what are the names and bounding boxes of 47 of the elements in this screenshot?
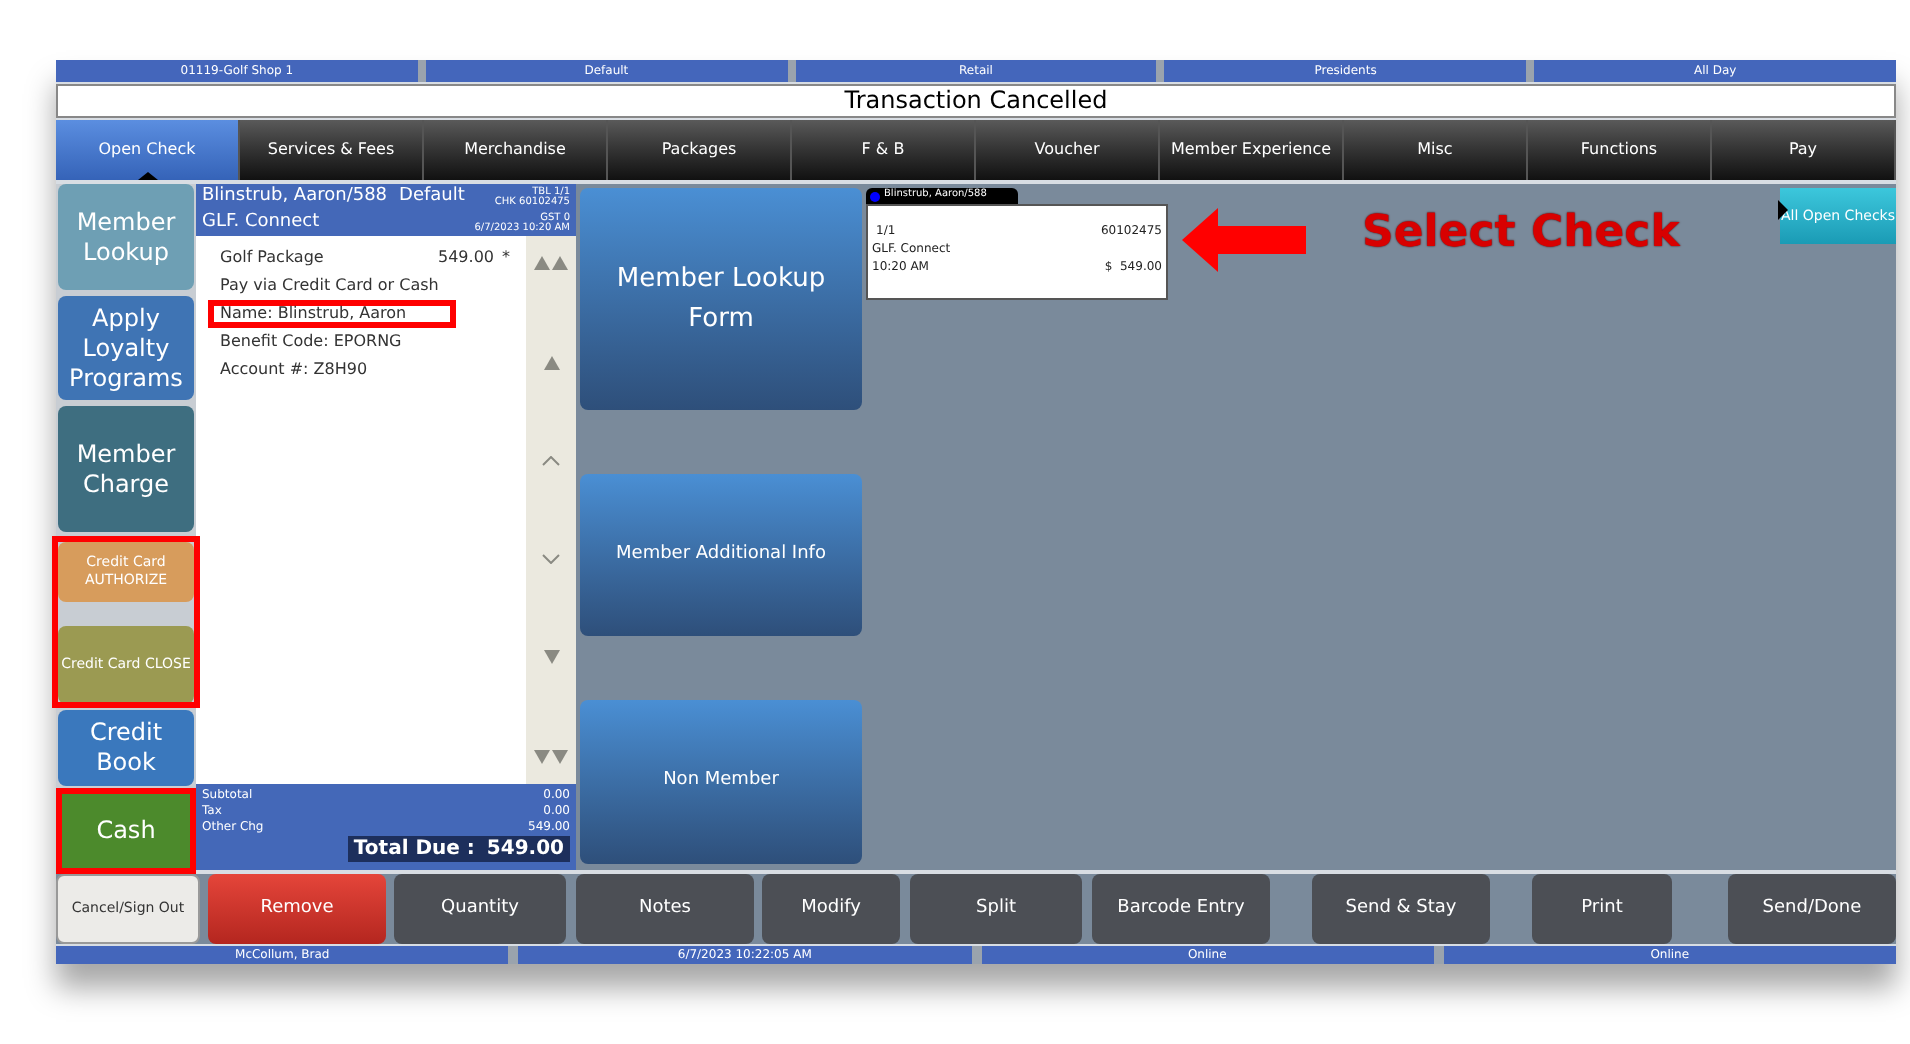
check-line: Benefit Code: EPORNG — [220, 330, 402, 354]
scroll-down-icon[interactable] — [543, 649, 559, 664]
scroll-up-icon[interactable] — [534, 256, 568, 270]
tab[interactable]: Services & Fees — [240, 120, 424, 180]
tab[interactable]: Packages — [608, 120, 792, 180]
action-button[interactable]: Notes — [576, 874, 754, 944]
check-line: Name: Blinstrub, Aaron — [220, 302, 407, 326]
side-button[interactable]: Credit Book — [58, 710, 194, 786]
form-button[interactable]: Member Additional Info — [580, 474, 862, 636]
action-button[interactable]: Print — [1532, 874, 1672, 944]
action-button[interactable]: Split — [910, 874, 1082, 944]
action-button[interactable]: Modify — [762, 874, 900, 944]
total-due-label: Total Due : — [353, 836, 475, 864]
chevron-up-icon[interactable] — [542, 456, 560, 467]
tab[interactable]: Misc — [1344, 120, 1528, 180]
form-button[interactable]: Member Lookup Form — [580, 188, 862, 410]
action-button[interactable]: Barcode Entry — [1092, 874, 1270, 944]
line-note-text: * — [502, 246, 510, 270]
location-name: GLF. Connect — [202, 209, 320, 236]
tab[interactable]: Merchandise — [424, 120, 608, 180]
side-button[interactable]: Apply Loyalty Programs — [58, 296, 194, 400]
guest-name: Blinstrub, Aaron/588 — [202, 183, 388, 210]
side-button[interactable]: Member Charge — [58, 406, 194, 532]
check-line: Golf Package — [220, 246, 324, 270]
scroll-up-icon[interactable] — [543, 356, 559, 371]
highlight-box — [56, 788, 196, 874]
chevron-down-icon[interactable] — [542, 553, 560, 564]
scroll-down-icon[interactable] — [534, 749, 568, 764]
tab[interactable]: F & B — [792, 120, 976, 180]
tab[interactable]: Functions — [1528, 120, 1712, 180]
check-line: Account #: Z8H90 — [220, 358, 368, 382]
tab[interactable]: Voucher — [976, 120, 1160, 180]
action-button[interactable]: Remove — [208, 874, 386, 944]
line-amount: 549.00 — [438, 246, 494, 270]
total-due-amount: 549.00 — [486, 836, 564, 864]
form-button[interactable]: Non Member — [580, 700, 862, 864]
window-title: Transaction Cancelled — [56, 84, 1896, 118]
action-button[interactable]: Send/Done — [1728, 874, 1896, 944]
annotation-text: Select Check — [1362, 206, 1680, 262]
check-line: Pay via Credit Card or Cash — [220, 274, 439, 298]
tab[interactable]: Open Check — [56, 120, 240, 180]
action-button[interactable]: Send & Stay — [1312, 874, 1490, 944]
action-button[interactable]: Quantity — [394, 874, 566, 944]
profile-name: Default — [399, 183, 465, 210]
tab[interactable]: Member Experience — [1160, 120, 1344, 180]
pointer-arrow-icon — [1182, 208, 1306, 272]
tab[interactable]: Pay — [1712, 120, 1896, 180]
